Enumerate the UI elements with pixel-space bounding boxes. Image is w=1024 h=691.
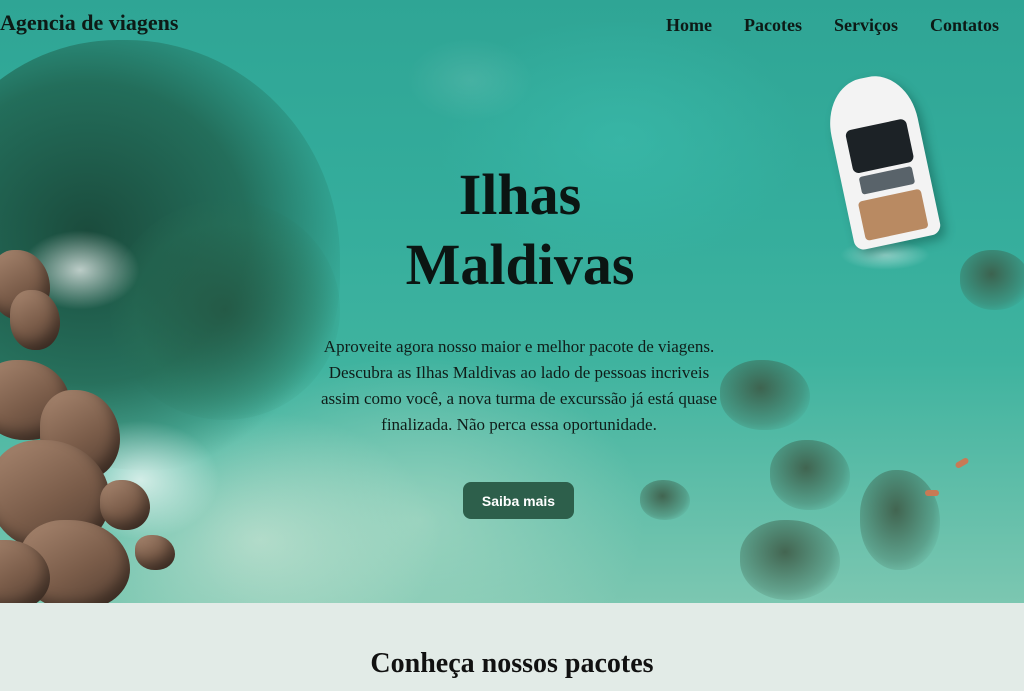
hero-background-underwater-rock (740, 520, 840, 600)
saiba-mais-button[interactable]: Saiba mais (463, 482, 574, 519)
hero-title: Ilhas Maldivas (360, 160, 680, 300)
nav-link-servicos[interactable]: Serviços (834, 15, 898, 36)
hero-section: Agencia de viagens Home Pacotes Serviços… (0, 0, 1024, 603)
hero-background-rock (135, 535, 175, 570)
hero-background-underwater-rock (770, 440, 850, 510)
packages-section-title: Conheça nossos pacotes (370, 648, 654, 679)
hero-background-underwater-rock (860, 470, 940, 570)
hero-title-line2: Maldivas (405, 232, 635, 297)
nav-link-contatos[interactable]: Contatos (930, 15, 999, 36)
hero-title-line1: Ilhas (458, 162, 582, 227)
hero-background-swimmer (925, 490, 939, 496)
hero-background-boat (815, 67, 949, 256)
hero-background-underwater-rock (640, 480, 690, 520)
nav-link-pacotes[interactable]: Pacotes (744, 15, 802, 36)
hero-background-reef-shadow (110, 200, 340, 420)
hero-background-underwater-rock (960, 250, 1024, 310)
site-brand[interactable]: Agencia de viagens (0, 10, 178, 36)
nav-link-home[interactable]: Home (666, 15, 712, 36)
hero-background-swimmer (954, 456, 970, 470)
main-nav: Home Pacotes Serviços Contatos (666, 15, 999, 36)
hero-description: Aproveite agora nosso maior e melhor pac… (320, 337, 718, 434)
hero-background-underwater-rock (720, 360, 810, 430)
